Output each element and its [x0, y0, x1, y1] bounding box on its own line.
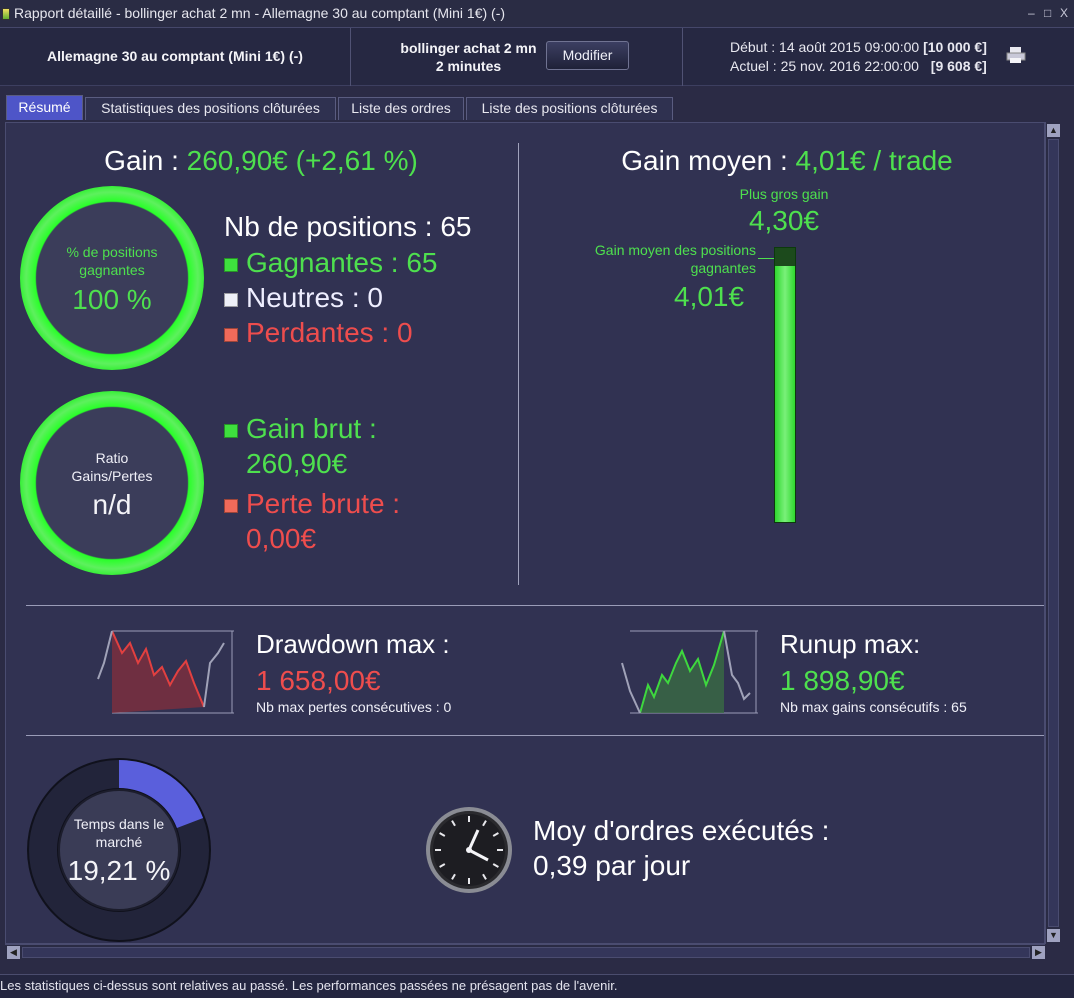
- tab-closed-positions-stats[interactable]: Statistiques des positions clôturées: [85, 97, 336, 120]
- tab-resume[interactable]: Résumé: [6, 95, 83, 120]
- start-row: Début : 14 août 2015 09:00:00 [10 000 €]: [730, 39, 987, 55]
- win-rate-label: % de positions gagnantes: [66, 244, 158, 278]
- time-in-market-label: Temps dans le marché: [73, 816, 165, 850]
- status-bar: Les statistiques ci-dessus sont relative…: [0, 974, 1074, 998]
- app-icon: [2, 8, 10, 20]
- horizontal-scroll-thumb[interactable]: [22, 947, 1030, 958]
- tab-closed-positions-list[interactable]: Liste des positions clôturées: [466, 97, 673, 120]
- drawdown-sub: Nb max pertes consécutives : 0: [256, 699, 452, 715]
- instrument-name: Allemagne 30 au comptant (Mini 1€) (-): [47, 48, 303, 64]
- gross-gain-value: 260,90€: [246, 448, 348, 479]
- vertical-scrollbar[interactable]: ▲ ▼: [1045, 122, 1060, 944]
- scroll-right-button[interactable]: ▶: [1032, 946, 1045, 959]
- runup-chart: [621, 630, 758, 714]
- strategy-period: 2 minutes: [435, 58, 502, 74]
- losers-row: Perdantes : 0: [224, 317, 413, 349]
- gross-gain-legend-icon: [224, 423, 238, 438]
- start-date: 14 août 2015 09:00:00: [779, 39, 920, 55]
- ratio-value: n/d: [92, 489, 132, 520]
- section-divider: [26, 735, 1044, 736]
- avg-gain-value: 4,01€ / trade: [795, 145, 953, 176]
- horizontal-scrollbar[interactable]: ◀ ▶: [5, 944, 1045, 960]
- avg-gain-label: Gain moyen :: [621, 145, 788, 176]
- neutral-row: Neutres : 0: [224, 282, 383, 314]
- drawdown-chart: [97, 630, 234, 714]
- max-gain-label: Plus gros gain: [739, 186, 829, 202]
- runup-title: Runup max:: [780, 629, 921, 659]
- status-disclaimer: Les statistiques ci-dessus sont relative…: [0, 978, 618, 993]
- gross-loss-row: Perte brute :: [224, 488, 400, 520]
- scroll-down-button[interactable]: ▼: [1047, 929, 1060, 942]
- minimize-button[interactable]: –: [1028, 6, 1035, 20]
- current-row: Actuel : 25 nov. 2016 22:00:00 [9 608 €]: [730, 58, 987, 74]
- time-in-market-value: 19,21 %: [67, 855, 171, 886]
- clock-icon: [426, 807, 512, 893]
- win-rate-ring: % de positions gagnantes 100 %: [20, 186, 204, 370]
- orders-value: 0,39 par jour: [533, 850, 691, 881]
- report-header: Allemagne 30 au comptant (Mini 1€) (-) b…: [0, 28, 1074, 86]
- gain-label: Gain :: [104, 145, 179, 176]
- gross-loss-label: Perte brute :: [246, 488, 401, 519]
- winners-row: Gagnantes : 65: [224, 247, 437, 279]
- close-button[interactable]: X: [1060, 6, 1068, 20]
- losers-count: Perdantes : 0: [246, 317, 413, 348]
- gross-gain-row: Gain brut :: [224, 413, 377, 445]
- tab-bar: Résumé Statistiques des positions clôtur…: [0, 86, 1074, 122]
- gain-bar-fill: [775, 266, 795, 522]
- neutral-legend-icon: [224, 292, 238, 307]
- section-divider: [518, 143, 519, 585]
- drawdown-value: 1 658,00€: [256, 665, 381, 696]
- gross-loss-legend-icon: [224, 498, 238, 513]
- winners-count: Gagnantes : 65: [246, 247, 438, 278]
- start-value: [10 000 €]: [923, 39, 987, 55]
- tab-orders-list[interactable]: Liste des ordres: [338, 97, 464, 120]
- current-label: Actuel :: [730, 58, 777, 74]
- winners-legend-icon: [224, 257, 238, 272]
- max-gain-value: 4,30€: [748, 205, 820, 236]
- scroll-left-button[interactable]: ◀: [7, 946, 20, 959]
- vertical-scroll-thumb[interactable]: [1048, 139, 1059, 927]
- window-title: Rapport détaillé - bollinger achat 2 mn …: [14, 5, 506, 21]
- win-rate-value: 100 %: [72, 284, 152, 315]
- ratio-ring: Ratio Gains/Pertes n/d: [20, 391, 204, 575]
- section-divider: [26, 605, 1044, 606]
- printer-icon[interactable]: [1006, 46, 1026, 64]
- title-bar: Rapport détaillé - bollinger achat 2 mn …: [0, 0, 1074, 28]
- drawdown-title: Drawdown max :: [256, 629, 450, 659]
- positions-total: Nb de positions : 65: [224, 211, 472, 242]
- avg-pointer-line: [758, 258, 774, 259]
- avg-winning-value: 4,01€: [674, 281, 745, 312]
- gain-bar: [774, 247, 796, 523]
- ratio-label: Ratio Gains/Pertes: [71, 450, 153, 484]
- maximize-button[interactable]: □: [1044, 6, 1051, 20]
- runup-value: 1 898,90€: [780, 665, 905, 696]
- gain-value: 260,90€ (+2,61 %): [186, 145, 418, 176]
- losers-legend-icon: [224, 327, 238, 342]
- modify-button[interactable]: Modifier: [546, 41, 629, 70]
- header-divider: [350, 28, 351, 86]
- scroll-up-button[interactable]: ▲: [1047, 124, 1060, 137]
- runup-sub: Nb max gains consécutifs : 65: [780, 699, 967, 715]
- avg-gain-heading: Gain moyen : 4,01€ / trade: [528, 145, 1046, 177]
- gross-loss-value: 0,00€: [246, 523, 317, 554]
- gain-heading: Gain : 260,90€ (+2,61 %): [6, 145, 516, 177]
- avg-winning-label: Gain moyen des positions gagnantes: [594, 242, 756, 276]
- start-label: Début :: [730, 39, 776, 55]
- gross-gain-label: Gain brut :: [246, 413, 377, 444]
- strategy-name: bollinger achat 2 mn: [400, 40, 537, 56]
- current-date: 25 nov. 2016 22:00:00: [780, 58, 919, 74]
- header-divider: [682, 28, 683, 86]
- neutral-count: Neutres : 0: [246, 282, 383, 313]
- orders-label: Moy d'ordres exécutés :: [533, 815, 830, 846]
- summary-panel: Gain : 260,90€ (+2,61 %) % de positions …: [5, 122, 1045, 944]
- current-value: [9 608 €]: [930, 58, 987, 74]
